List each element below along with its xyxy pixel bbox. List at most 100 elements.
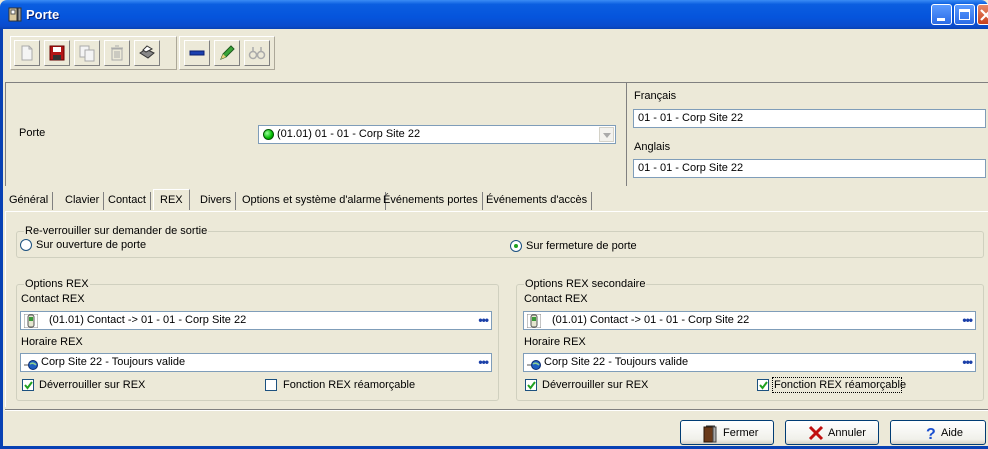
tab-general[interactable]: Général bbox=[5, 192, 54, 210]
rex2-unlock-label: Déverrouiller sur REX bbox=[542, 379, 649, 391]
cancel-x-icon bbox=[808, 425, 824, 441]
tab-bar: Général Clavier Contact REX Divers Optio… bbox=[5, 188, 988, 212]
cancel-button[interactable]: Annuler bbox=[785, 420, 879, 445]
rex2-contact-label: Contact REX bbox=[524, 293, 588, 305]
rex-schedule-label: Horaire REX bbox=[21, 336, 83, 348]
tab-label: Événements d'accès bbox=[486, 194, 588, 206]
rex-rearm-checkbox[interactable] bbox=[265, 379, 277, 391]
rex2-unlock-checkbox[interactable] bbox=[525, 379, 537, 391]
ellipsis-icon[interactable]: ••• bbox=[962, 313, 973, 327]
tab-access-events[interactable]: Événements d'accès bbox=[482, 192, 593, 210]
trash-icon bbox=[111, 45, 123, 61]
checkmark-icon bbox=[759, 381, 768, 390]
maximize-button[interactable] bbox=[954, 4, 975, 25]
copy-button[interactable] bbox=[74, 40, 100, 66]
focus-indicator bbox=[772, 377, 902, 393]
french-label: Français bbox=[634, 90, 677, 102]
save-icon bbox=[49, 45, 65, 61]
contact-sensor-icon bbox=[24, 314, 38, 328]
print-icon bbox=[139, 45, 155, 59]
rex-contact-label: Contact REX bbox=[21, 293, 85, 305]
rex2-contact-field[interactable]: (01.01) Contact -> 01 - 01 - Corp Site 2… bbox=[523, 311, 976, 330]
copy-icon bbox=[79, 45, 95, 62]
rex-contact-field[interactable]: (01.01) Contact -> 01 - 01 - Corp Site 2… bbox=[20, 311, 492, 330]
save-button[interactable] bbox=[44, 40, 70, 66]
schedule-globe-icon bbox=[24, 360, 38, 370]
tab-label: Général bbox=[9, 194, 49, 206]
tab-rex[interactable]: REX bbox=[153, 189, 190, 210]
exit-door-icon bbox=[703, 425, 717, 443]
new-icon bbox=[21, 45, 33, 61]
relock-open-radio[interactable] bbox=[20, 239, 32, 251]
help-button-label: Aide bbox=[941, 427, 964, 439]
relock-legend: Re-verrouiller sur demander de sortie bbox=[24, 225, 209, 237]
door-app-icon bbox=[8, 7, 22, 22]
close-button[interactable]: Fermer bbox=[680, 420, 774, 445]
dropdown-button[interactable] bbox=[599, 127, 614, 142]
rex2-schedule-label: Horaire REX bbox=[524, 336, 586, 348]
tab-contact[interactable]: Contact bbox=[104, 192, 151, 210]
rex-schedule-value: Corp Site 22 - Toujours valide bbox=[41, 356, 186, 368]
tab-label: Événements portes bbox=[383, 194, 478, 206]
help-button[interactable]: ? Aide bbox=[890, 420, 986, 445]
door-select[interactable]: (01.01) 01 - 01 - Corp Site 22 bbox=[258, 125, 616, 144]
tab-misc[interactable]: Divers bbox=[196, 192, 237, 210]
tab-label: Options et système d'alarme bbox=[242, 194, 382, 206]
help-icon: ? bbox=[926, 426, 936, 441]
cancel-button-label: Annuler bbox=[828, 427, 866, 439]
chevron-down-icon bbox=[603, 133, 611, 138]
rex-schedule-field[interactable]: Corp Site 22 - Toujours valide ••• bbox=[20, 353, 492, 372]
ellipsis-icon[interactable]: ••• bbox=[478, 313, 489, 327]
tab-alarm-options[interactable]: Options et système d'alarme bbox=[238, 192, 387, 210]
door-label: Porte bbox=[19, 127, 46, 139]
rex2-options-legend: Options REX secondaire bbox=[524, 278, 647, 290]
window-frame-left bbox=[0, 29, 3, 449]
checkmark-icon bbox=[527, 381, 536, 390]
edit-button[interactable] bbox=[214, 40, 240, 66]
close-window-button[interactable] bbox=[977, 4, 988, 25]
rex-unlock-label: Déverrouiller sur REX bbox=[39, 379, 146, 391]
link-button[interactable] bbox=[184, 40, 210, 66]
print-button[interactable] bbox=[134, 40, 160, 66]
rex2-schedule-value: Corp Site 22 - Toujours valide bbox=[544, 356, 689, 368]
toolbar bbox=[4, 30, 988, 80]
relock-close-label: Sur fermeture de porte bbox=[526, 240, 637, 252]
pencil-icon bbox=[220, 45, 235, 60]
tab-label: Contact bbox=[108, 194, 146, 206]
door-select-value: (01.01) 01 - 01 - Corp Site 22 bbox=[277, 128, 421, 140]
dash-icon bbox=[189, 50, 205, 56]
relock-group: Re-verrouiller sur demander de sortie bbox=[16, 225, 984, 258]
minimize-button[interactable] bbox=[931, 4, 952, 25]
rex-rearm-label: Fonction REX réamorçable bbox=[283, 379, 416, 391]
close-icon bbox=[980, 9, 988, 21]
english-label: Anglais bbox=[634, 141, 671, 153]
svg-text:?: ? bbox=[926, 426, 936, 441]
contact-sensor-icon bbox=[527, 314, 541, 328]
binoculars-icon bbox=[248, 47, 266, 60]
rex2-rearm-checkbox[interactable] bbox=[757, 379, 769, 391]
rex2-contact-value: (01.01) Contact -> 01 - 01 - Corp Site 2… bbox=[552, 314, 750, 326]
ellipsis-icon[interactable]: ••• bbox=[478, 355, 489, 369]
relock-close-radio[interactable] bbox=[510, 240, 522, 252]
title-bar[interactable]: Porte bbox=[0, 0, 988, 29]
tab-label: REX bbox=[160, 194, 183, 206]
tab-label: Divers bbox=[200, 194, 232, 206]
new-button[interactable] bbox=[14, 40, 40, 66]
rex2-schedule-field[interactable]: Corp Site 22 - Toujours valide ••• bbox=[523, 353, 976, 372]
relock-open-label: Sur ouverture de porte bbox=[36, 239, 147, 251]
english-name-field[interactable]: 01 - 01 - Corp Site 22 bbox=[633, 159, 986, 178]
divider bbox=[5, 410, 988, 411]
rex-unlock-checkbox[interactable] bbox=[22, 379, 34, 391]
delete-button[interactable] bbox=[104, 40, 130, 66]
tab-keypad[interactable]: Clavier bbox=[61, 192, 105, 210]
close-button-label: Fermer bbox=[723, 427, 759, 439]
tab-door-events[interactable]: Événements portes bbox=[379, 192, 483, 210]
ellipsis-icon[interactable]: ••• bbox=[962, 355, 973, 369]
rex-contact-value: (01.01) Contact -> 01 - 01 - Corp Site 2… bbox=[49, 314, 247, 326]
tab-label: Clavier bbox=[65, 194, 100, 206]
checkmark-icon bbox=[24, 381, 33, 390]
find-button[interactable] bbox=[244, 40, 270, 66]
status-online-icon bbox=[263, 129, 274, 140]
french-name-field[interactable]: 01 - 01 - Corp Site 22 bbox=[633, 109, 986, 128]
window-title: Porte bbox=[26, 7, 60, 22]
